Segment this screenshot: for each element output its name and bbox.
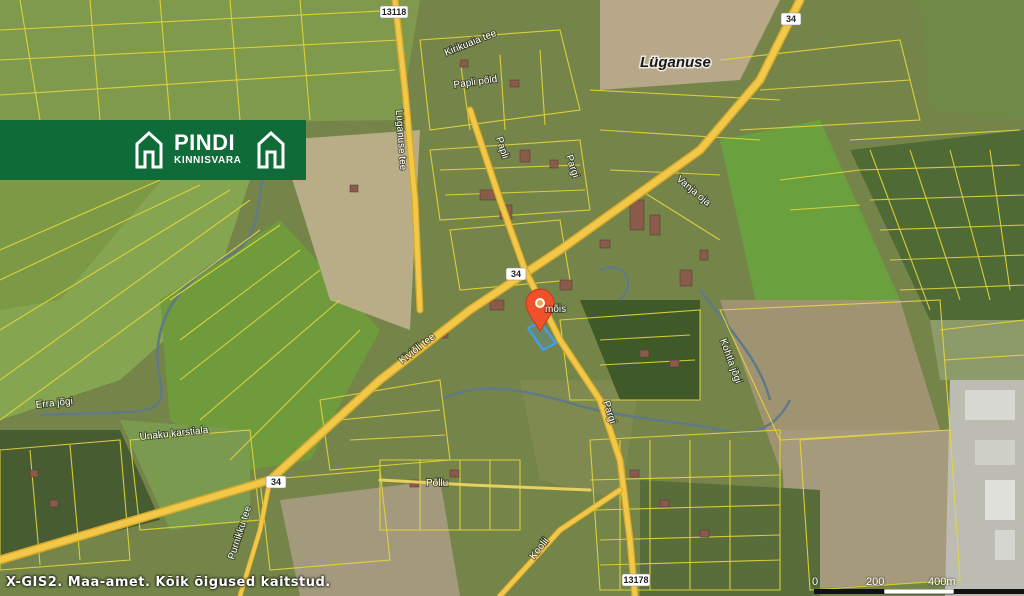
logo-subtitle: KINNISVARA — [174, 155, 242, 166]
scale-label-0: 0 — [812, 576, 819, 588]
logo-title: PINDI — [174, 130, 236, 155]
route-shield-34-left: 34 — [265, 475, 287, 489]
svg-text:34: 34 — [271, 477, 281, 487]
route-shield-13178: 13178 — [621, 573, 651, 587]
house-icon-left — [135, 130, 163, 169]
logo-text: PINDI KINNISVARA — [174, 131, 241, 167]
map-canvas[interactable]: 34 34 34 13118 13178 Lüganuse mõis Kiviõ… — [0, 0, 1024, 596]
route-shield-13118: 13118 — [379, 5, 409, 19]
svg-text:34: 34 — [511, 269, 521, 279]
svg-text:13178: 13178 — [623, 575, 648, 585]
place-label-luganuse: Lüganuse — [640, 54, 711, 71]
scale-bar-graphic — [814, 589, 1024, 595]
route-shield-34-top: 34 — [780, 12, 802, 26]
road-label-pollu: Põllu — [426, 478, 448, 489]
house-icon-right — [257, 130, 285, 169]
route-shield-34-center: 34 — [505, 267, 527, 281]
scale-bar: 0 200 400m — [808, 576, 1024, 596]
copyright-text: X-GIS2. Maa-amet. Kõik õigused kaitstud. — [6, 575, 331, 590]
svg-text:34: 34 — [786, 14, 796, 24]
scale-label-200: 200 — [866, 576, 885, 588]
scale-label-400m: 400m — [928, 576, 956, 588]
pindi-kinnisvara-logo: PINDI KINNISVARA — [0, 120, 306, 180]
estate-label: mõis — [545, 304, 566, 315]
svg-text:13118: 13118 — [382, 7, 407, 17]
